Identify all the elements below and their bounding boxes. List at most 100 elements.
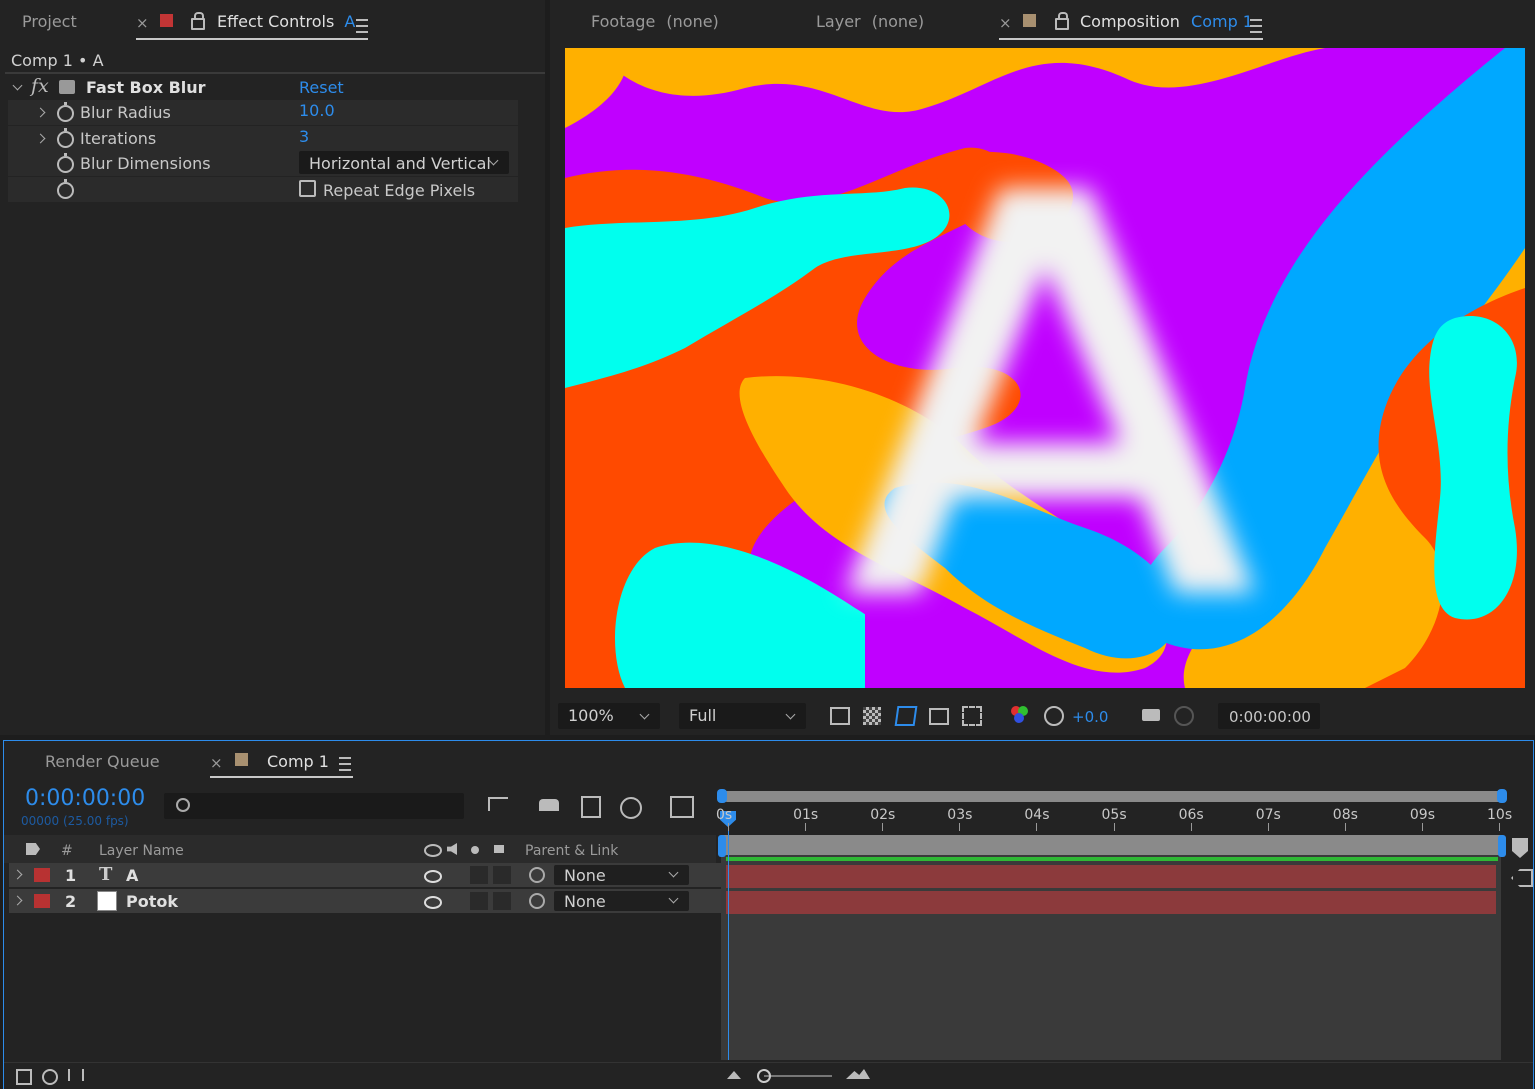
viewer-timecode[interactable]: 0:00:00:00 [1218, 703, 1320, 729]
ruler-tick [959, 823, 961, 831]
stopwatch-icon[interactable] [57, 102, 74, 122]
iterations-value[interactable]: 3 [299, 127, 309, 146]
close-icon[interactable]: × [999, 14, 1012, 32]
work-area-start-handle[interactable] [717, 789, 727, 803]
time-navigator-bar[interactable] [722, 835, 1502, 855]
layer-switches-icon[interactable] [16, 1069, 32, 1085]
exposure-value[interactable]: +0.0 [1072, 708, 1108, 726]
tab-comp-1[interactable]: Comp 1 [267, 752, 329, 771]
frame-blending-icon[interactable] [581, 796, 601, 818]
ruler-tick [728, 823, 729, 831]
shy-layers-icon[interactable] [539, 799, 559, 811]
tab-layer-value: (none) [871, 12, 925, 31]
lock-switch[interactable] [493, 892, 511, 910]
pick-whip-icon[interactable] [529, 893, 545, 909]
video-eye-icon[interactable] [424, 870, 442, 883]
graph-editor-icon[interactable] [670, 796, 694, 818]
fx-icon[interactable]: fx [31, 75, 49, 97]
solo-switch[interactable] [470, 892, 488, 910]
transfer-controls-icon[interactable] [42, 1069, 58, 1085]
layer-name[interactable]: Potok [126, 892, 178, 911]
transparency-grid-icon[interactable] [863, 707, 881, 725]
reset-exposure-icon[interactable] [1044, 706, 1064, 726]
panel-menu-icon[interactable] [1250, 19, 1262, 33]
layer-bar-1[interactable] [726, 865, 1496, 888]
chevron-right-icon[interactable] [35, 107, 46, 118]
chevron-down-icon[interactable] [12, 80, 23, 91]
nav-start-handle[interactable] [718, 835, 726, 857]
show-snapshot-icon[interactable] [1174, 706, 1194, 726]
stopwatch-icon[interactable] [57, 128, 74, 148]
zoom-slider-thumb[interactable] [757, 1069, 771, 1083]
work-area-end-handle[interactable] [1497, 789, 1507, 803]
layer-name[interactable]: A [126, 866, 138, 885]
column-layer-name[interactable]: Layer Name [99, 843, 184, 859]
chevron-down-icon [668, 867, 679, 878]
lock-switch[interactable] [493, 866, 511, 884]
ruler-tick [1267, 823, 1269, 831]
tab-composition-value: Comp 1 [1191, 12, 1253, 31]
tab-composition[interactable]: Composition Comp 1 [1080, 12, 1253, 31]
chevron-right-icon[interactable] [12, 869, 23, 880]
tab-project[interactable]: Project [22, 12, 77, 31]
layer-search-input[interactable] [164, 793, 464, 819]
dropdown-value: Horizontal and Vertical [309, 154, 491, 173]
layer-color-label[interactable] [34, 868, 50, 882]
zoom-dropdown[interactable]: 100% [558, 703, 660, 729]
comp-marker-bin-icon[interactable] [1512, 838, 1528, 858]
search-field[interactable] [204, 796, 448, 816]
work-area-bar[interactable] [722, 791, 1504, 802]
parent-dropdown[interactable]: None [554, 865, 689, 885]
mask-visibility-icon[interactable] [894, 706, 918, 726]
current-time-display[interactable]: 0:00:00:00 [25, 786, 145, 811]
lock-icon[interactable] [1055, 12, 1069, 30]
fast-previews-icon[interactable] [830, 707, 850, 725]
composition-canvas[interactable] [565, 48, 1525, 688]
color-channels-icon[interactable] [1011, 706, 1031, 724]
resolution-dropdown[interactable]: Full [679, 703, 806, 729]
tab-render-queue[interactable]: Render Queue [45, 752, 160, 771]
repeat-edge-checkbox[interactable] [299, 180, 316, 197]
layer-color-label[interactable] [34, 894, 50, 908]
blur-dimensions-dropdown[interactable]: Horizontal and Vertical [299, 151, 509, 174]
tab-layer[interactable]: Layer (none) [816, 12, 924, 31]
property-row-blur-dimensions: Blur Dimensions Horizontal and Vertical [8, 151, 518, 176]
chevron-right-icon[interactable] [35, 133, 46, 144]
reset-link[interactable]: Reset [299, 78, 344, 97]
close-icon[interactable]: × [210, 754, 223, 772]
stopwatch-icon[interactable] [57, 153, 74, 173]
current-time-indicator[interactable] [728, 819, 729, 1060]
solo-switch[interactable] [470, 866, 488, 884]
property-row-iterations: Iterations 3 [8, 126, 518, 151]
column-parent-link: Parent & Link [525, 843, 619, 859]
lock-icon[interactable] [191, 12, 205, 30]
tab-underline [999, 38, 1263, 40]
viewer-timecode-value: 0:00:00:00 [1229, 708, 1311, 726]
video-eye-icon[interactable] [424, 896, 442, 909]
grid-guides-icon[interactable] [962, 706, 982, 726]
composition-mini-flowchart-icon[interactable] [488, 797, 508, 811]
pick-whip-icon[interactable] [529, 867, 545, 883]
close-icon[interactable]: × [136, 14, 149, 32]
marker-drag-icon[interactable] [1511, 869, 1533, 887]
chevron-right-icon[interactable] [12, 895, 23, 906]
in-out-duration-icon[interactable] [68, 1069, 84, 1081]
panel-menu-icon[interactable] [339, 757, 351, 771]
effect-color-swatch [160, 14, 173, 27]
tab-footage[interactable]: Footage (none) [591, 12, 719, 31]
layer-row-2[interactable]: 2 Potok None [9, 889, 721, 913]
panel-menu-icon[interactable] [356, 19, 368, 33]
snapshot-camera-icon[interactable] [1142, 709, 1160, 721]
parent-dropdown[interactable]: None [554, 891, 689, 911]
nav-end-handle[interactable] [1498, 835, 1506, 857]
effect-preset-icon [59, 80, 75, 94]
layer-bar-2[interactable] [726, 891, 1496, 914]
zoom-slider-track[interactable] [764, 1075, 832, 1077]
layer-row-1[interactable]: 1 T A None [9, 863, 721, 887]
tab-effect-controls[interactable]: Effect Controls A [217, 12, 355, 31]
stopwatch-icon[interactable] [57, 179, 74, 199]
region-of-interest-icon[interactable] [929, 708, 949, 725]
video-eye-icon [424, 844, 442, 857]
blur-radius-value[interactable]: 10.0 [299, 101, 335, 120]
motion-blur-icon[interactable] [620, 797, 642, 819]
